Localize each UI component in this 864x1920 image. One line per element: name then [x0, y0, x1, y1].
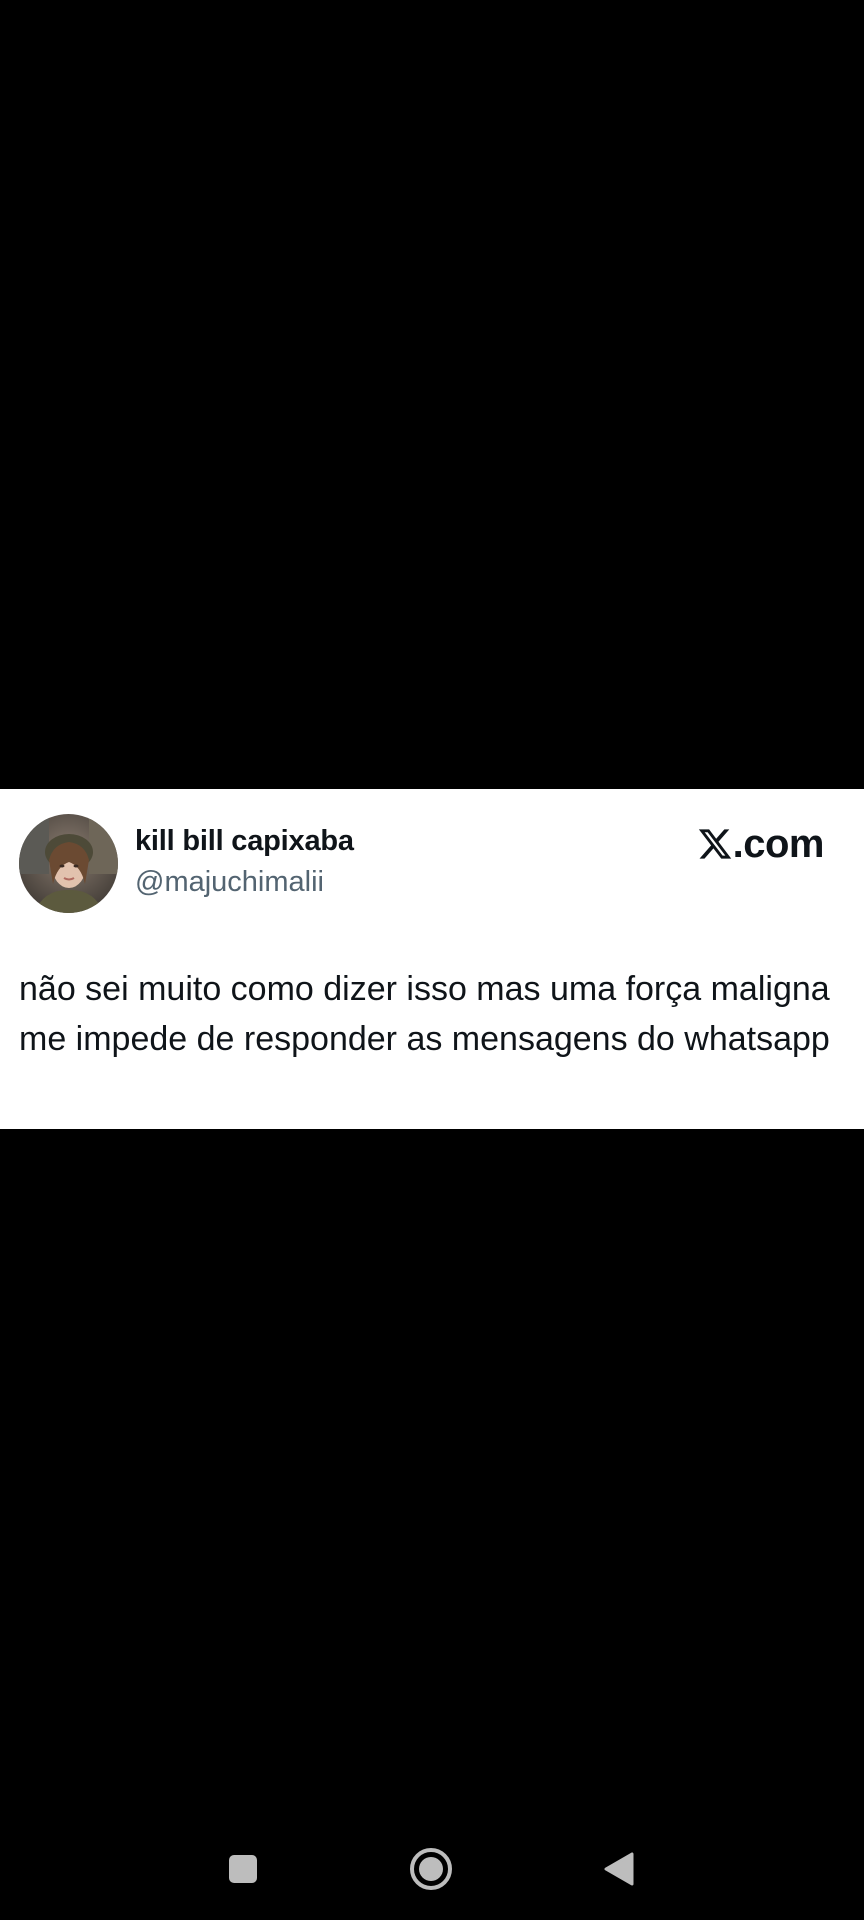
user-handle[interactable]: @majuchimalii — [135, 866, 324, 899]
triangle-back-icon — [604, 1852, 634, 1886]
x-logo-icon — [698, 829, 731, 859]
tweet-text: não sei muito como dizer isso mas uma fo… — [19, 970, 830, 1058]
avatar-image — [19, 814, 118, 913]
display-name[interactable]: kill bill capixaba — [135, 825, 354, 858]
screen: kill bill capixaba @majuchimalii .com nã… — [0, 0, 864, 1920]
recent-apps-button[interactable] — [218, 1844, 268, 1894]
navigation-bar — [0, 1820, 864, 1920]
x-brand: .com — [697, 819, 825, 869]
circle-home-icon — [410, 1848, 452, 1890]
brand-domain: .com — [732, 821, 825, 866]
back-button[interactable] — [594, 1844, 644, 1894]
home-button[interactable] — [406, 1844, 456, 1894]
avatar[interactable] — [19, 814, 118, 913]
square-icon — [229, 1855, 257, 1883]
tweet-card: kill bill capixaba @majuchimalii .com nã… — [0, 789, 864, 1129]
